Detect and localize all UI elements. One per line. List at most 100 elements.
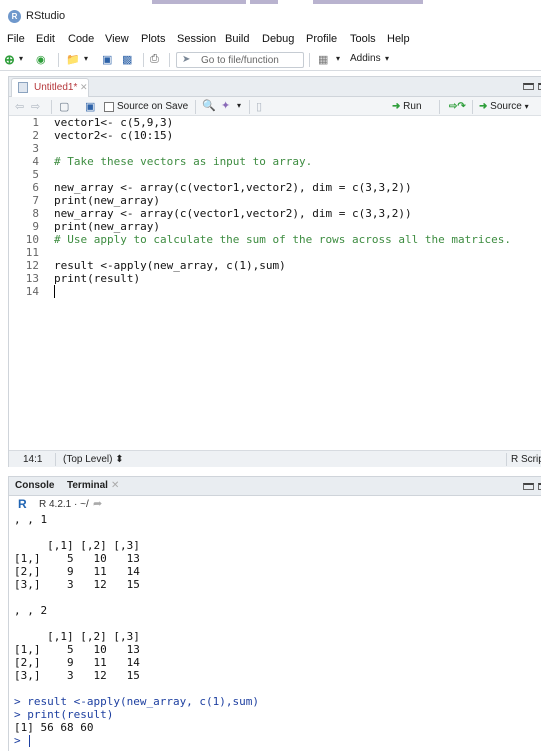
menu-file[interactable]: File xyxy=(7,33,25,45)
r-version-bar: R R 4.2.1 · ~/ ➦ xyxy=(9,496,541,513)
console-tab-row: Console Terminal ✕ xyxy=(9,477,541,496)
editor-toolbar: ⇦ ⇨ ▢ ▣ Source on Save 🔍 ✦ ▾ ▯ ➜ Run ⇨↷ … xyxy=(9,97,541,116)
compile-report-icon[interactable]: ▯ xyxy=(256,100,262,113)
code-line: 7 print(new_array) xyxy=(9,194,160,207)
text-cursor xyxy=(54,285,55,298)
minimize-pane-icon[interactable] xyxy=(523,83,534,90)
title-bar: R RStudio xyxy=(0,0,541,33)
r-version-path: R 4.2.1 · ~/ xyxy=(39,499,89,510)
line-number: 8 xyxy=(32,207,39,220)
code-line: 6 new_array <- array(c(vector1,vector2), … xyxy=(9,181,411,194)
console-output[interactable]: , , 1 [,1] [,2] [,3] [1,] 5 10 13 [2,] 9… xyxy=(9,513,541,751)
divider xyxy=(51,100,52,114)
open-folder-icon[interactable]: 📁 xyxy=(66,53,80,66)
console-line: [1] 56 68 60 xyxy=(14,721,94,734)
new-file-icon[interactable]: ⊕ xyxy=(4,52,15,68)
scope-selector[interactable]: (Top Level) ⬍ xyxy=(63,454,124,465)
minimize-pane-icon[interactable] xyxy=(523,483,534,490)
chevron-down-icon[interactable]: ▾ xyxy=(336,54,340,63)
console-line: [3,] 3 12 15 xyxy=(14,669,140,682)
menu-view[interactable]: View xyxy=(105,33,129,45)
divider xyxy=(55,453,56,466)
rerun-icon[interactable]: ⇨↷ xyxy=(449,101,466,112)
grid-layout-icon[interactable]: ▦ xyxy=(318,53,328,66)
search-icon[interactable]: 🔍 xyxy=(202,99,216,112)
console-line: , , 1 xyxy=(14,513,48,526)
divider xyxy=(249,100,250,114)
divider xyxy=(472,100,473,114)
code-line: 1 vector1<- c(5,9,3) xyxy=(9,116,173,129)
divider xyxy=(439,100,440,114)
go-to-directory-icon[interactable]: ➦ xyxy=(93,497,102,510)
close-tab-icon[interactable]: ✕ xyxy=(111,480,119,491)
source-button[interactable]: ➜ Source ▾ xyxy=(479,101,529,112)
console-command: > print(result) xyxy=(14,708,114,721)
main-toolbar: ⊕ ▾ ◉ 📁 ▾ ▣ ▩ ⎙ ➤ Go to file/function ▦ … xyxy=(0,50,541,71)
line-number: 1 xyxy=(32,116,39,129)
menu-build[interactable]: Build xyxy=(225,33,249,45)
line-number: 4 xyxy=(32,155,39,168)
line-number: 11 xyxy=(25,246,39,259)
magic-wand-icon[interactable]: ✦ xyxy=(221,99,230,112)
console-command: > result <-apply(new_array, c(1),sum) xyxy=(14,695,260,708)
line-number: 9 xyxy=(32,220,39,233)
chevron-down-icon[interactable]: ▾ xyxy=(84,54,88,63)
code-line: 11 xyxy=(9,246,39,259)
code-line: 9 print(new_array) xyxy=(9,220,160,233)
console-line: [1,] 5 10 13 xyxy=(14,552,140,565)
menu-profile[interactable]: Profile xyxy=(306,33,337,45)
tab-console[interactable]: Console xyxy=(15,480,54,491)
forward-arrow-icon[interactable]: ⇨ xyxy=(31,100,40,113)
menu-session[interactable]: Session xyxy=(177,33,216,45)
save-icon[interactable]: ▣ xyxy=(85,100,95,113)
code-line: 14 xyxy=(9,285,39,298)
menu-debug[interactable]: Debug xyxy=(262,33,294,45)
save-all-icon[interactable]: ▩ xyxy=(122,53,132,66)
divider xyxy=(58,53,59,67)
line-number: 6 xyxy=(32,181,39,194)
code-text: result <-apply(new_array, c(1),sum) xyxy=(54,259,286,272)
addins-button[interactable]: Addins xyxy=(350,53,381,64)
print-icon[interactable]: ⎙ xyxy=(150,53,159,66)
run-button[interactable]: ➜ Run xyxy=(392,101,422,112)
code-line: 4 # Take these vectors as input to array. xyxy=(9,155,312,168)
tab-terminal[interactable]: Terminal ✕ xyxy=(67,480,119,491)
file-tab-name: Untitled1* xyxy=(34,82,78,93)
window-strip xyxy=(250,0,278,4)
menu-code[interactable]: Code xyxy=(68,33,94,45)
new-project-icon[interactable]: ◉ xyxy=(36,53,46,66)
arrow-right-icon: ➤ xyxy=(182,54,191,65)
save-icon[interactable]: ▣ xyxy=(102,53,112,66)
window-strip xyxy=(313,0,423,4)
source-label: Source xyxy=(490,101,522,112)
back-arrow-icon[interactable]: ⇦ xyxy=(15,100,24,113)
chevron-down-icon[interactable]: ▾ xyxy=(19,54,23,63)
goto-file-input[interactable]: ➤ Go to file/function xyxy=(176,52,304,68)
source-arrow-icon: ➜ xyxy=(479,101,488,112)
chevron-down-icon: ▾ xyxy=(524,102,529,111)
code-line: 8 new_array <- array(c(vector1,vector2), … xyxy=(9,207,411,220)
line-number: 13 xyxy=(25,272,39,285)
file-tab[interactable]: Untitled1* ✕ xyxy=(11,78,89,97)
source-on-save-checkbox[interactable] xyxy=(104,102,114,112)
menu-plots[interactable]: Plots xyxy=(141,33,165,45)
chevron-down-icon[interactable]: ▾ xyxy=(385,54,389,63)
close-tab-icon[interactable]: ✕ xyxy=(80,82,88,93)
line-number: 7 xyxy=(32,194,39,207)
menu-help[interactable]: Help xyxy=(387,33,410,45)
tab-terminal-label: Terminal xyxy=(67,480,108,491)
chevron-down-icon[interactable]: ▾ xyxy=(237,101,241,110)
divider xyxy=(169,53,170,67)
code-text: vector2<- c(10:15) xyxy=(54,129,174,142)
console-cursor xyxy=(29,735,30,747)
show-in-window-icon[interactable]: ▢ xyxy=(59,100,69,113)
file-type-selector[interactable]: R Script xyxy=(511,454,541,465)
r-logo-icon: R xyxy=(18,497,27,511)
code-area[interactable]: 1 vector1<- c(5,9,3) 2 vector2<- c(10:15) … xyxy=(9,116,541,449)
code-text: new_array <- array(c(vector1,vector2), d… xyxy=(54,181,412,194)
code-comment: # Use apply to calculate the sum of the … xyxy=(54,233,511,246)
menu-edit[interactable]: Edit xyxy=(36,33,55,45)
code-text: new_array <- array(c(vector1,vector2), d… xyxy=(54,207,412,220)
editor-status-bar: 14:1 (Top Level) ⬍ R Script xyxy=(9,450,541,467)
menu-tools[interactable]: Tools xyxy=(350,33,376,45)
